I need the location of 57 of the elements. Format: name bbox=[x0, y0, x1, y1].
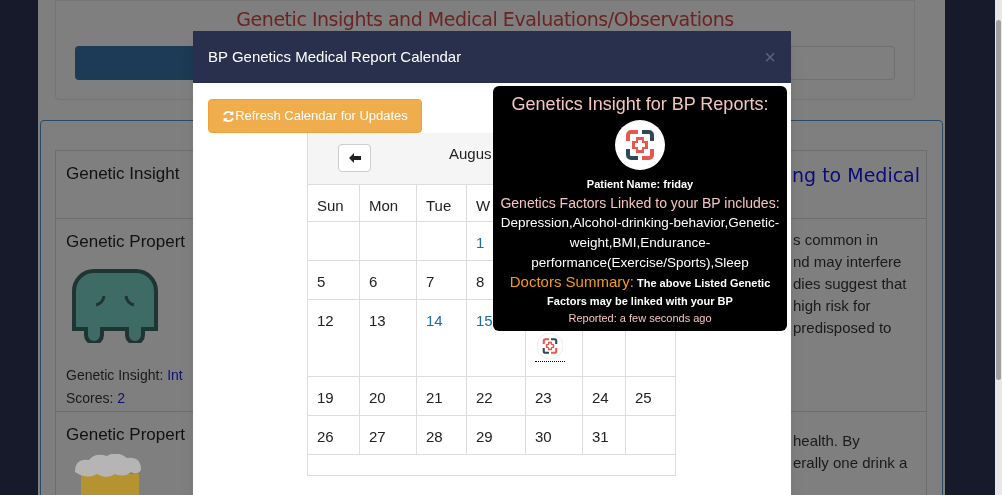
patient-name: Patient Name: friday bbox=[585, 177, 695, 192]
back-button[interactable] bbox=[338, 144, 371, 172]
weekday-label: Sun bbox=[317, 197, 344, 214]
day-number[interactable]: 8 bbox=[476, 273, 485, 290]
day-number[interactable]: 7 bbox=[426, 273, 435, 290]
day-number[interactable]: 31 bbox=[592, 428, 609, 445]
day-number[interactable]: 19 bbox=[317, 389, 334, 406]
property-title: Genetic Propert bbox=[66, 424, 186, 446]
description-line: nd may interfere bbox=[793, 252, 902, 272]
reported-time: Reported: a few seconds ago bbox=[567, 310, 713, 326]
day-number[interactable]: 20 bbox=[369, 389, 386, 406]
scrollbar[interactable] bbox=[995, 0, 1002, 495]
day-number[interactable]: 6 bbox=[369, 273, 378, 290]
tooltip-title: Genetics Insight for BP Reports: bbox=[510, 93, 770, 116]
sad-blob-icon bbox=[71, 268, 159, 343]
description-line: predisposed to bbox=[793, 318, 892, 338]
day-number[interactable]: 26 bbox=[317, 428, 334, 445]
arrow-left-icon bbox=[348, 153, 361, 163]
description-line: dies suggest that bbox=[793, 274, 907, 294]
property-title: Genetic Propert bbox=[66, 231, 186, 253]
scores-text: Scores: 2 bbox=[66, 388, 126, 408]
day-number[interactable]: 28 bbox=[426, 428, 443, 445]
day-number[interactable]: 29 bbox=[476, 428, 493, 445]
day-number[interactable]: 23 bbox=[535, 389, 552, 406]
factors-list: Depression,Alcohol-drinking-behavior,Genetic-weight,BMI,Endurance-performance(Exercise/Sports),Sleep bbox=[497, 212, 783, 273]
day-number[interactable]: 30 bbox=[535, 428, 552, 445]
column-header: Genetic Insight bbox=[66, 164, 180, 183]
input-field[interactable] bbox=[789, 46, 895, 80]
day-number[interactable]: 25 bbox=[635, 389, 652, 406]
weekday-label: W bbox=[476, 197, 491, 214]
refresh-icon bbox=[222, 109, 236, 123]
factors-heading: Genetics Factors Linked to your BP includes: bbox=[499, 193, 781, 213]
description-line: health. By bbox=[793, 431, 860, 451]
medical-cross-icon bbox=[537, 333, 563, 359]
day-number[interactable]: 22 bbox=[476, 389, 493, 406]
day-number[interactable]: 15 bbox=[476, 312, 493, 329]
doctors-summary: Doctors Summary: The above Listed Genetic Factors may be linked with your BP bbox=[508, 272, 772, 309]
day-number[interactable]: 24 bbox=[592, 389, 609, 406]
month-title: Augus bbox=[449, 144, 492, 164]
day-number[interactable]: 1 bbox=[476, 234, 485, 251]
column-header: ng to Medical bbox=[792, 164, 921, 186]
weekday-label: Tue bbox=[426, 197, 452, 214]
day-number[interactable]: 5 bbox=[317, 273, 326, 290]
weekday-label: Mon bbox=[369, 197, 399, 214]
day-number[interactable]: 21 bbox=[426, 389, 443, 406]
description-line: erally one drink a bbox=[793, 453, 908, 473]
day-number[interactable]: 14 bbox=[426, 312, 443, 329]
description-line: s common in bbox=[793, 230, 879, 250]
day-number[interactable]: 12 bbox=[317, 312, 334, 329]
insight-text: Genetic Insight: Int bbox=[66, 365, 183, 385]
modal-title: BP Genetics Medical Report Calendar bbox=[208, 46, 462, 67]
page-heading: Genetic Insights and Medical Evaluations/Observations bbox=[236, 8, 734, 30]
day-number[interactable]: 27 bbox=[369, 428, 386, 445]
description-line: high risk for bbox=[793, 296, 871, 316]
day-number[interactable]: 13 bbox=[369, 312, 386, 329]
medical-cross-icon bbox=[615, 120, 665, 170]
event-marker[interactable] bbox=[535, 333, 565, 362]
